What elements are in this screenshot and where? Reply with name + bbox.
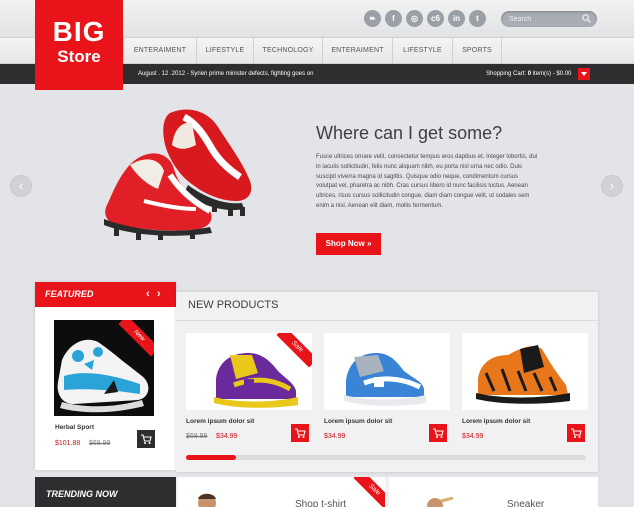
- trending-image-1: [198, 493, 216, 507]
- product-image-3: [476, 345, 570, 404]
- featured-prev-button[interactable]: ‹: [146, 287, 150, 301]
- dribbble-icon[interactable]: ◎: [406, 10, 423, 27]
- trending-item-1[interactable]: Shop t-shirt Sale: [178, 477, 385, 507]
- cart-total: item(s) - $0.00: [532, 71, 572, 77]
- logo[interactable]: BIG Store: [35, 0, 123, 90]
- nav-item-enteraiment[interactable]: ENTERAIMENT: [123, 38, 196, 64]
- nav-item-technology[interactable]: TECHNOLOGY: [253, 38, 322, 64]
- add-to-cart-button-1[interactable]: [291, 424, 309, 442]
- nav-item-enteraiment-2[interactable]: ENTERAIMENT: [322, 38, 392, 64]
- product-image-2: [344, 353, 426, 406]
- trending-sale-ribbon: Sale: [353, 477, 385, 507]
- slider-prev-button[interactable]: ‹: [10, 175, 32, 197]
- trending-title: TRENDING NOW: [46, 489, 118, 499]
- product-price-1: $34.99: [216, 433, 238, 440]
- products-scrollbar-thumb[interactable]: [186, 455, 236, 460]
- cart-count: 0: [527, 71, 532, 77]
- product-card-3[interactable]: [462, 333, 588, 410]
- cart-icon: [571, 428, 582, 438]
- add-to-cart-button-3[interactable]: [567, 424, 585, 442]
- shopping-cart-summary[interactable]: Shopping Cart: 0 item(s) - $0.00: [486, 64, 571, 84]
- linkedin-icon[interactable]: in: [448, 10, 465, 27]
- featured-product-old-price: $69.99: [89, 440, 111, 447]
- nav-item-sports[interactable]: SPORTS: [452, 38, 502, 64]
- trending-label-1: Shop t-shirt: [295, 499, 347, 507]
- search-input[interactable]: [509, 12, 581, 26]
- shop-now-button[interactable]: Shop Now »: [316, 233, 381, 255]
- tumblr-icon[interactable]: t: [469, 10, 486, 27]
- product-name-1[interactable]: Lorem ipsum dolor sit: [186, 418, 254, 425]
- product-name-3[interactable]: Lorem ipsum dolor sit: [462, 418, 530, 425]
- featured-product-name[interactable]: Herbal Sport: [55, 424, 94, 431]
- twitter-icon[interactable]: ❧: [364, 10, 381, 27]
- hero-shoe-image: [104, 109, 252, 240]
- cart-icon: [295, 428, 306, 438]
- product-name-2[interactable]: Lorem ipsum dolor sit: [324, 418, 392, 425]
- featured-product-price: $101.88: [55, 440, 81, 447]
- cart-icon: [433, 428, 444, 438]
- product-price-3: $34.99: [462, 433, 484, 440]
- cart-icon: [141, 434, 152, 444]
- slider-next-button[interactable]: ›: [601, 175, 623, 197]
- product-old-price-1: $69.99: [186, 433, 208, 440]
- nav-item-lifestyle[interactable]: LIFESTYLE: [196, 38, 253, 64]
- trending-image-2: [427, 497, 453, 507]
- product-card-2[interactable]: [324, 333, 450, 410]
- add-to-cart-button-2[interactable]: [429, 424, 447, 442]
- featured-next-button[interactable]: ›: [157, 287, 161, 301]
- cart-label: Shopping Cart:: [486, 71, 527, 77]
- products-scrollbar[interactable]: [186, 455, 586, 460]
- cart-dropdown-button[interactable]: [578, 68, 590, 80]
- product-card-1[interactable]: Sale: [186, 333, 312, 410]
- featured-title: FEATURED: [45, 289, 94, 299]
- flickr-icon[interactable]: c6: [427, 10, 444, 27]
- search-box: [501, 11, 597, 27]
- trending-item-2[interactable]: Sneaker: [389, 477, 598, 507]
- trending-label-2: Sneaker: [507, 499, 545, 507]
- logo-big: BIG: [52, 16, 106, 47]
- featured-product-image[interactable]: New: [54, 320, 154, 416]
- hero-description: Fusce ultrices ornare velit, consectetur…: [316, 154, 538, 209]
- news-ticker[interactable]: August . 12 .2012 - Syrien prime ministe…: [138, 64, 313, 84]
- product-price-2: $34.99: [324, 433, 346, 440]
- divider: [176, 320, 598, 321]
- featured-add-to-cart-button[interactable]: [137, 430, 155, 448]
- new-products-title: NEW PRODUCTS: [188, 299, 279, 311]
- logo-store: Store: [57, 47, 101, 66]
- nav-item-lifestyle-2[interactable]: LIFESTYLE: [392, 38, 452, 64]
- search-icon[interactable]: [582, 14, 591, 23]
- hero-title: Where can I get some?: [316, 123, 503, 143]
- facebook-icon[interactable]: f: [385, 10, 402, 27]
